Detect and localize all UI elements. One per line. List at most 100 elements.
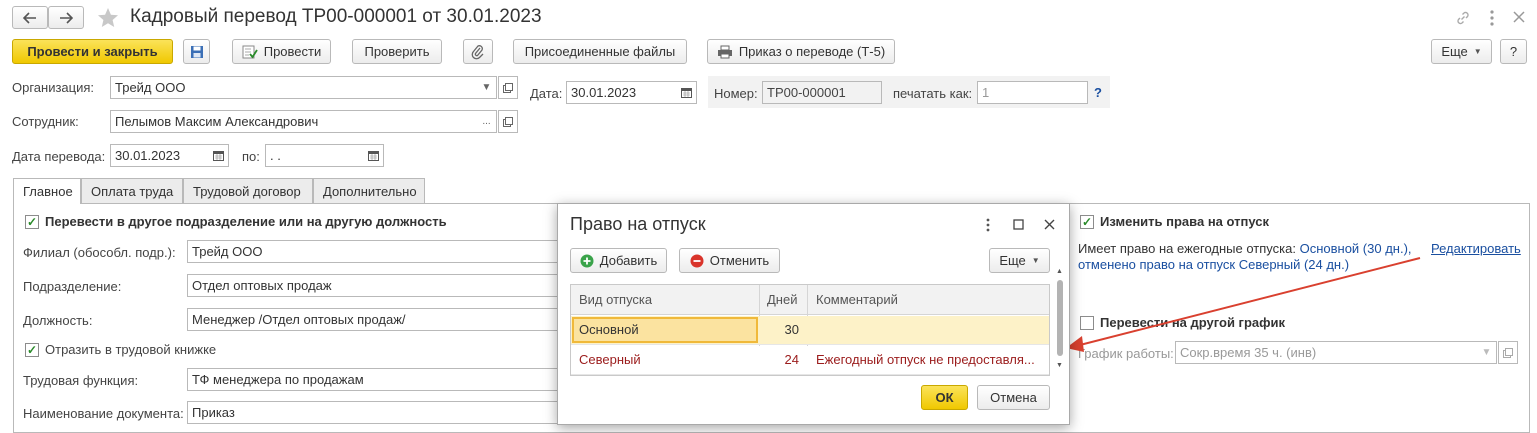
transfer-date-field[interactable]: 30.01.2023 bbox=[110, 144, 210, 167]
attach-button[interactable] bbox=[463, 39, 493, 64]
post-document-icon bbox=[242, 45, 258, 59]
column-header-comment[interactable]: Комментарий bbox=[816, 292, 898, 307]
post-label: Провести bbox=[263, 44, 322, 59]
tab-labor-contract[interactable]: Трудовой договор bbox=[183, 178, 313, 203]
ok-button[interactable]: ОК bbox=[921, 385, 968, 410]
add-label: Добавить bbox=[599, 253, 658, 268]
branch-field[interactable]: Трейд ООО bbox=[187, 240, 559, 263]
transfer-date-calendar-button[interactable] bbox=[209, 144, 229, 167]
scrollbar-thumb[interactable] bbox=[1057, 280, 1063, 356]
to-date-calendar-button[interactable] bbox=[364, 144, 384, 167]
back-button[interactable] bbox=[12, 6, 48, 29]
more-vertical-icon[interactable] bbox=[1488, 9, 1496, 27]
cancel-button[interactable]: Отмена bbox=[977, 385, 1050, 410]
tab-main[interactable]: Главное bbox=[13, 178, 81, 204]
table-row[interactable]: Основной 30 bbox=[571, 316, 1049, 345]
paperclip-icon bbox=[471, 44, 484, 59]
print-order-button[interactable]: Приказ о переводе (Т-5) bbox=[707, 39, 895, 64]
change-vacation-label: Изменить права на отпуск bbox=[1100, 214, 1269, 229]
floppy-disk-icon bbox=[190, 45, 203, 58]
table-row[interactable]: Северный 24 Ежегодный отпуск не предоста… bbox=[571, 346, 1049, 375]
ok-label: ОК bbox=[935, 390, 954, 405]
save-button[interactable] bbox=[183, 39, 210, 64]
employee-field[interactable]: Пелымов Максим Александрович bbox=[110, 110, 478, 133]
position-field[interactable]: Менеджер /Отдел оптовых продаж/ bbox=[187, 308, 559, 331]
close-icon[interactable] bbox=[1513, 11, 1525, 23]
employee-select-button[interactable]: ... bbox=[477, 110, 497, 133]
check-label: Проверить bbox=[364, 44, 430, 59]
department-field[interactable]: Отдел оптовых продаж bbox=[187, 274, 559, 297]
scroll-down-arrow-icon[interactable]: ▼ bbox=[1056, 362, 1063, 369]
print-as-help-link[interactable]: ? bbox=[1094, 85, 1102, 100]
add-button[interactable]: Добавить bbox=[570, 248, 667, 273]
vacation-table: Вид отпуска Дней Комментарий Основной 30… bbox=[570, 284, 1050, 376]
more-button[interactable]: Еще ▼ bbox=[1431, 39, 1492, 64]
post-button[interactable]: Провести bbox=[232, 39, 331, 64]
column-header-type[interactable]: Вид отпуска bbox=[579, 292, 652, 307]
open-window-icon bbox=[503, 82, 513, 93]
row-days: 30 bbox=[784, 322, 799, 337]
change-vacation-checkbox[interactable]: ✓ bbox=[1080, 215, 1094, 229]
open-window-icon bbox=[1503, 347, 1513, 358]
dialog-more-label: Еще bbox=[999, 253, 1026, 268]
branch-label: Филиал (обособл. подр.): bbox=[23, 245, 176, 260]
maximize-icon[interactable] bbox=[1013, 219, 1024, 230]
workbook-checkbox-label: Отразить в трудовой книжке bbox=[45, 342, 217, 357]
row-type: Основной bbox=[579, 322, 639, 337]
schedule-dropdown-button[interactable]: ▼ bbox=[1477, 341, 1497, 364]
schedule-open-button[interactable] bbox=[1498, 341, 1518, 364]
post-and-close-button[interactable]: Провести и закрыть bbox=[12, 39, 173, 64]
printer-icon bbox=[717, 45, 732, 58]
attached-files-button[interactable]: Присоединенные файлы bbox=[513, 39, 687, 64]
date-calendar-button[interactable] bbox=[677, 81, 697, 104]
department-label: Подразделение: bbox=[23, 279, 122, 294]
to-date-label: по: bbox=[242, 149, 260, 164]
number-field[interactable]: ТР00-000001 bbox=[762, 81, 882, 104]
edit-vacation-link[interactable]: Редактировать bbox=[1431, 241, 1521, 256]
employee-label: Сотрудник: bbox=[12, 114, 79, 129]
scroll-up-arrow-icon[interactable]: ▲ bbox=[1056, 268, 1063, 275]
organization-open-button[interactable] bbox=[498, 76, 518, 99]
transfer-checkbox-label: Перевести в другое подразделение или на … bbox=[45, 214, 447, 229]
organization-field[interactable]: Трейд ООО bbox=[110, 76, 478, 99]
table-header: Вид отпуска Дней Комментарий bbox=[571, 285, 1049, 375]
cancel-label: Отмена bbox=[990, 390, 1037, 405]
cancel-icon bbox=[690, 254, 704, 267]
check-button[interactable]: Проверить bbox=[352, 39, 442, 64]
table-scrollbar[interactable]: ▲ ▼ bbox=[1055, 268, 1065, 376]
dropdown-arrow-icon: ▼ bbox=[1031, 256, 1040, 265]
vacation-rights-dialog: Право на отпуск Добавить Отменить Еще ▼ … bbox=[557, 203, 1070, 425]
close-icon[interactable] bbox=[1044, 219, 1055, 230]
calendar-icon bbox=[213, 151, 224, 161]
tab-payment[interactable]: Оплата труда bbox=[81, 178, 183, 203]
annotation-arrow bbox=[1066, 257, 1421, 352]
workbook-checkbox[interactable]: ✓ bbox=[25, 343, 39, 357]
employee-open-button[interactable] bbox=[498, 110, 518, 133]
more-vertical-icon[interactable] bbox=[985, 217, 991, 233]
link-icon[interactable] bbox=[1455, 10, 1471, 26]
date-field[interactable]: 30.01.2023 bbox=[566, 81, 678, 104]
dialog-more-button[interactable]: Еще ▼ bbox=[989, 248, 1050, 273]
position-label: Должность: bbox=[23, 313, 93, 328]
organization-dropdown-button[interactable]: ▼ bbox=[477, 76, 497, 99]
dialog-title: Право на отпуск bbox=[570, 214, 706, 234]
cancel-vacation-label: Отменить bbox=[709, 253, 770, 268]
document-name-label: Наименование документа: bbox=[23, 406, 184, 421]
cancel-vacation-button[interactable]: Отменить bbox=[679, 248, 780, 273]
arrow-right-icon bbox=[60, 11, 73, 24]
calendar-icon bbox=[368, 151, 379, 161]
star-icon[interactable] bbox=[96, 6, 120, 30]
date-label: Дата: bbox=[530, 86, 563, 101]
to-date-field[interactable]: . . bbox=[265, 144, 365, 167]
transfer-checkbox[interactable]: ✓ bbox=[25, 215, 39, 229]
column-header-days[interactable]: Дней bbox=[767, 292, 797, 307]
transfer-date-label: Дата перевода: bbox=[12, 149, 106, 164]
document-name-field[interactable]: Приказ bbox=[187, 401, 559, 424]
row-days: 24 bbox=[784, 352, 799, 367]
tab-additional[interactable]: Дополнительно bbox=[313, 178, 425, 203]
forward-button[interactable] bbox=[48, 6, 84, 29]
window-title: Кадровый перевод ТР00-000001 от 30.01.20… bbox=[130, 6, 542, 27]
help-button[interactable]: ? bbox=[1500, 39, 1527, 64]
labor-function-field[interactable]: ТФ менеджера по продажам bbox=[187, 368, 559, 391]
print-as-field[interactable]: 1 bbox=[977, 81, 1088, 104]
